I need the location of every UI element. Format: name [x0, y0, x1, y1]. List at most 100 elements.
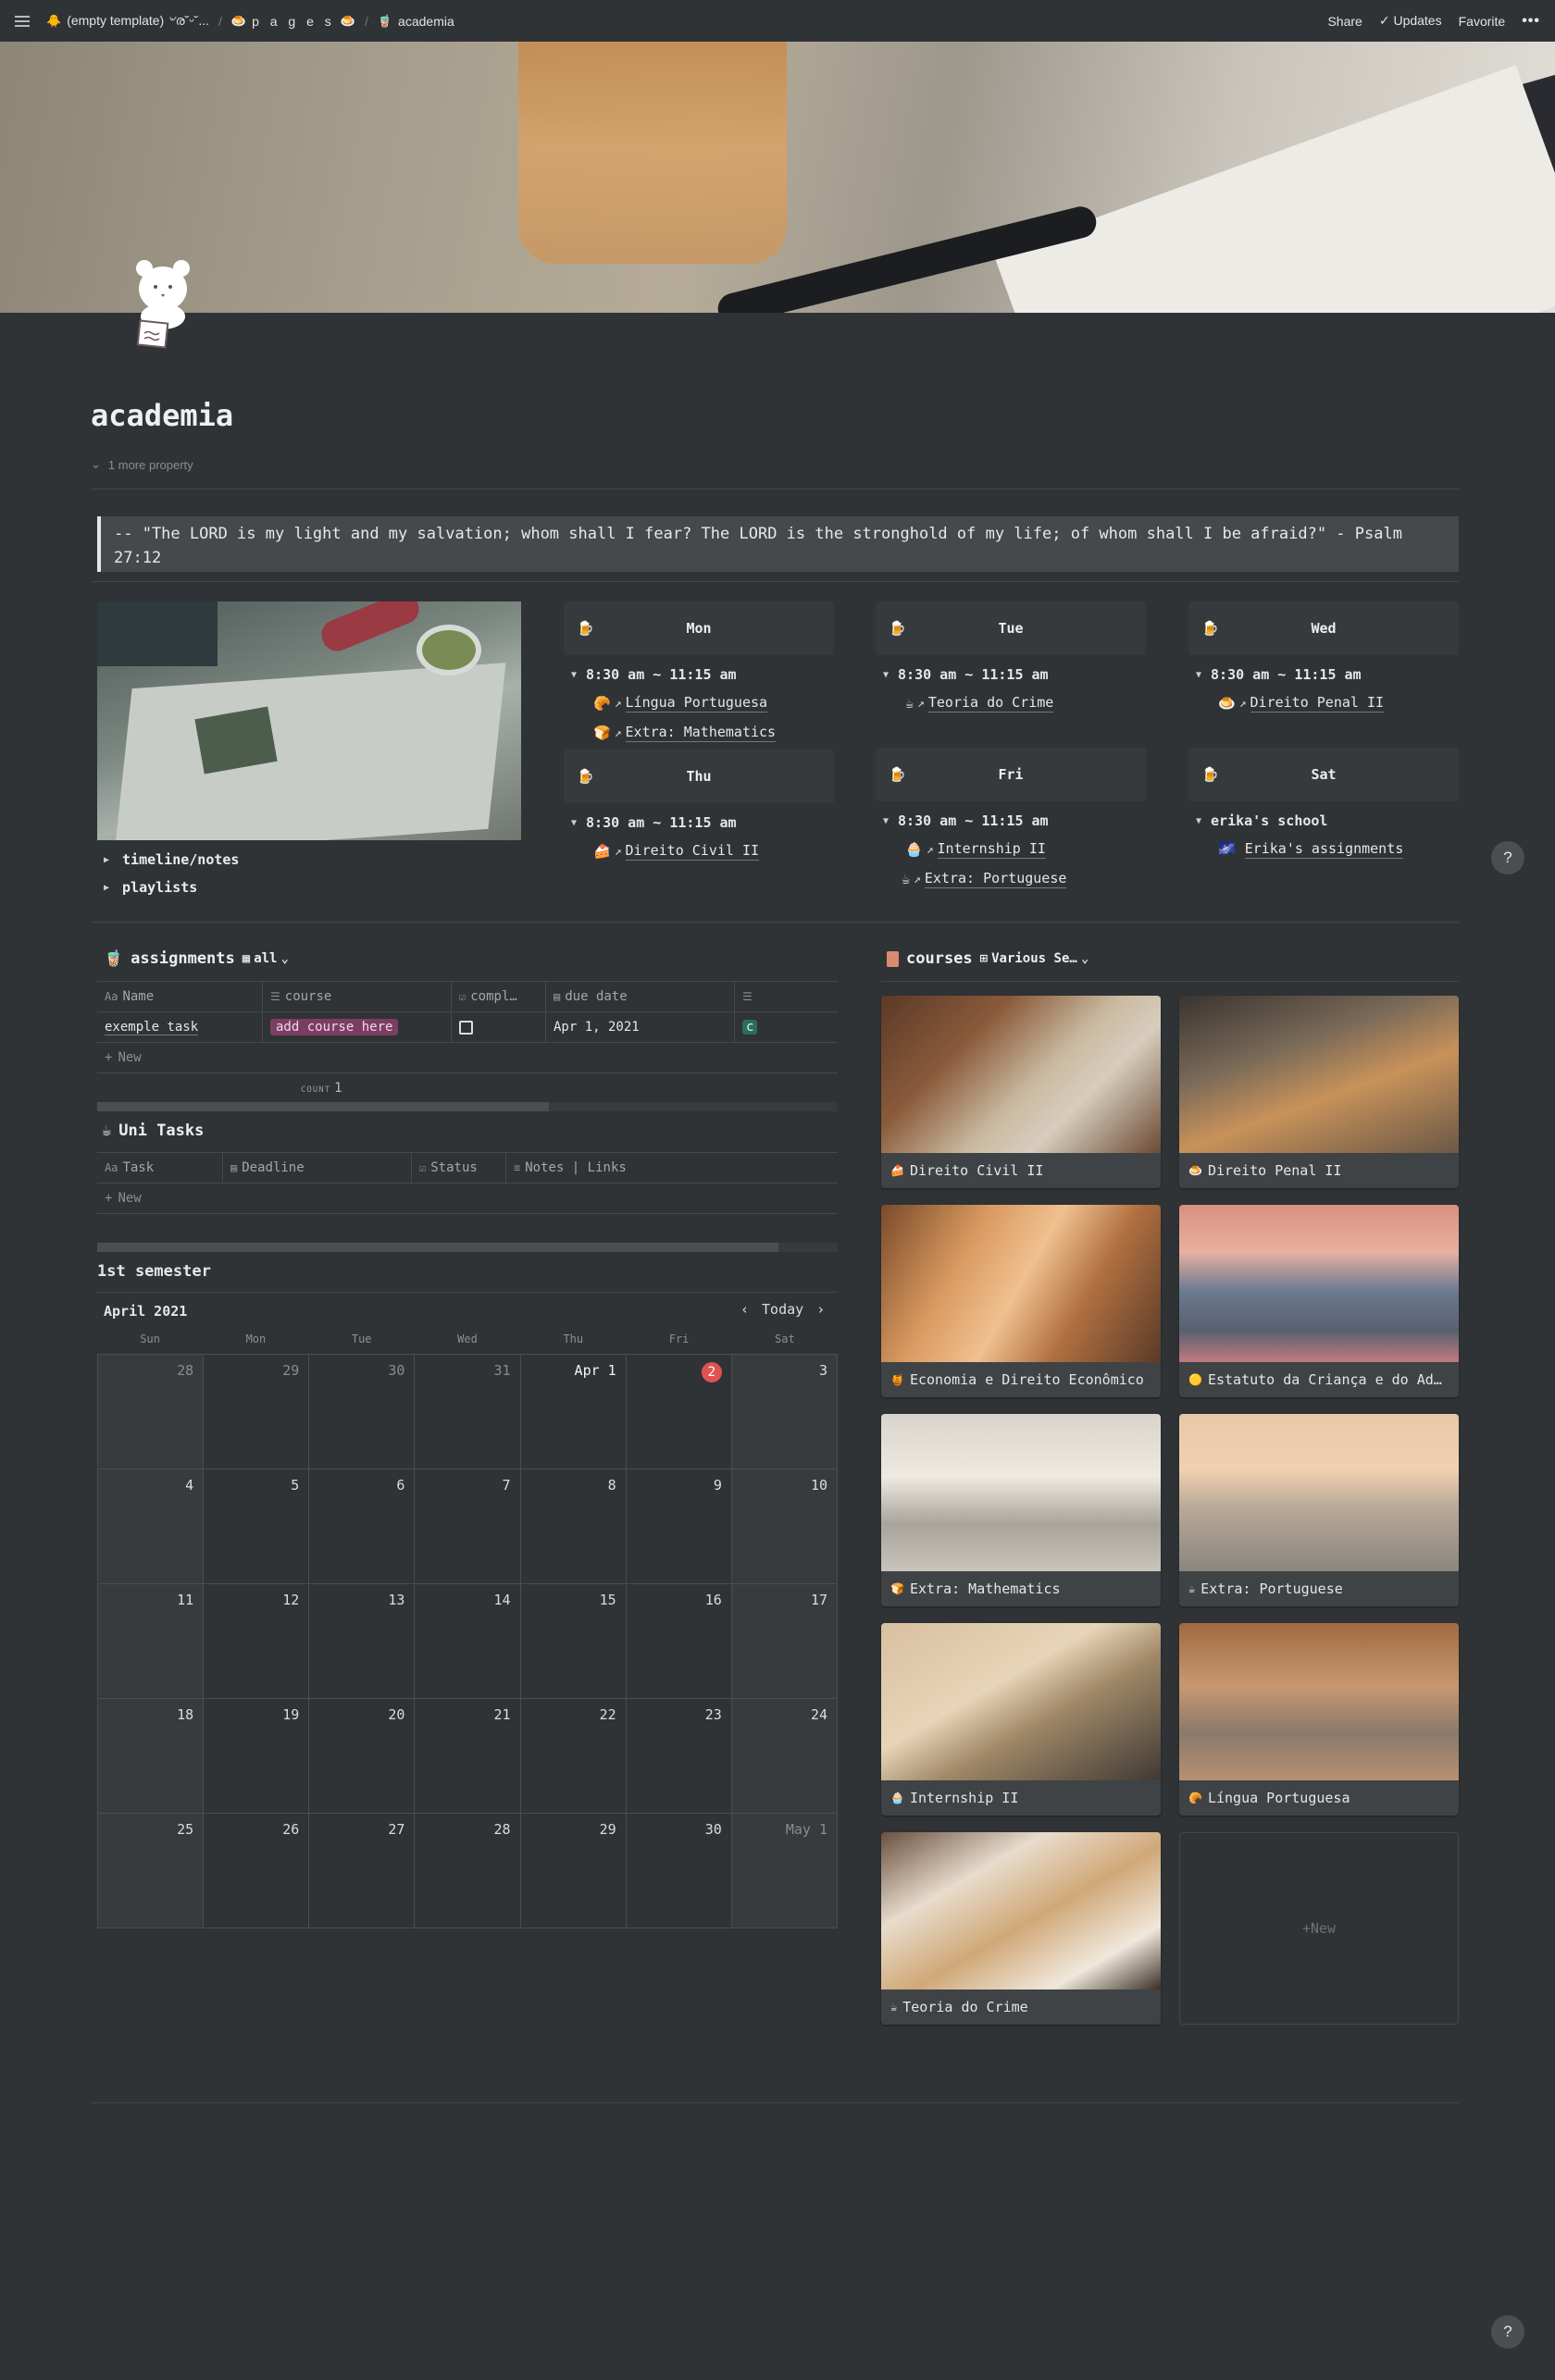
calendar-day-cell[interactable]: 30: [309, 1355, 416, 1469]
course-card[interactable]: 🍰 Direito Civil II: [881, 996, 1161, 1188]
column-header-deadline[interactable]: ▤ Deadline: [223, 1153, 412, 1183]
course-link[interactable]: 🍞 ↗ Extra: Mathematics: [564, 724, 834, 742]
scrollbar-thumb[interactable]: [97, 1243, 778, 1252]
calendar-day-cell[interactable]: 20: [309, 1699, 416, 1814]
calendar-day-cell[interactable]: Apr 1: [520, 1355, 627, 1469]
calendar-day-cell[interactable]: 30: [626, 1814, 732, 1928]
calendar-day-cell[interactable]: 28: [415, 1814, 521, 1928]
time-toggle[interactable]: ▼ 8:30 am ~ 11:15 am: [564, 814, 834, 831]
breadcrumb-workspace[interactable]: 🐥 (empty template) ৺ര˘ᵕ˘...: [46, 10, 209, 32]
bear-page-icon[interactable]: [128, 250, 202, 352]
view-selector[interactable]: ▦ all ⌄: [243, 951, 289, 966]
calendar-day-cell[interactable]: 21: [415, 1699, 521, 1814]
database-title[interactable]: assignments: [131, 949, 235, 968]
breadcrumb-academia[interactable]: 🧋 academia: [378, 14, 454, 29]
toggle-playlists[interactable]: ▶ playlists: [104, 879, 197, 896]
quote-block[interactable]: -- "The LORD is my light and my salvatio…: [97, 516, 1459, 572]
course-card[interactable]: 🥐 Língua Portuguesa: [1179, 1623, 1459, 1816]
view-selector[interactable]: ⊞ Various Se… ⌄: [980, 951, 1089, 966]
calendar-day-cell[interactable]: May 1: [731, 1814, 838, 1928]
calendar-day-cell[interactable]: 26: [204, 1814, 310, 1928]
school-toggle[interactable]: ▼ erika's school: [1188, 812, 1459, 829]
calendar-day-cell[interactable]: 11: [98, 1584, 205, 1699]
calendar-day-cell[interactable]: 12: [204, 1584, 310, 1699]
calendar-day-cell[interactable]: 6: [309, 1469, 416, 1584]
help-button[interactable]: ?: [1491, 841, 1524, 874]
calendar-day-cell[interactable]: 23: [626, 1699, 732, 1814]
calendar-day-cell[interactable]: 2: [626, 1355, 732, 1469]
column-header-completed[interactable]: ☑ compl…: [452, 982, 546, 1011]
new-row-button[interactable]: + New: [97, 1184, 838, 1214]
course-card[interactable]: ☕ Extra: Portuguese: [1179, 1414, 1459, 1606]
calendar-day-cell[interactable]: 24: [731, 1699, 838, 1814]
course-card[interactable]: 🟡 Estatuto da Criança e do Ad…: [1179, 1205, 1459, 1397]
calendar-day-cell[interactable]: 27: [309, 1814, 416, 1928]
cell-extra[interactable]: c: [735, 1012, 838, 1042]
new-course-button[interactable]: + New: [1179, 1832, 1459, 2025]
time-toggle[interactable]: ▼ 8:30 am ~ 11:15 am: [1188, 666, 1459, 683]
cell-completed[interactable]: [452, 1012, 546, 1042]
calendar-day-cell[interactable]: 10: [731, 1469, 838, 1584]
calendar-day-cell[interactable]: 31: [415, 1355, 521, 1469]
count-summary[interactable]: COUNT 1: [301, 1081, 342, 1096]
course-card[interactable]: ☕ Teoria do Crime: [881, 1832, 1161, 2025]
help-button[interactable]: ?: [1491, 2315, 1524, 2349]
today-button[interactable]: Today: [762, 1301, 803, 1318]
favorite-button[interactable]: Favorite: [1459, 14, 1506, 29]
course-link[interactable]: 🍰 ↗ Direito Civil II: [564, 842, 834, 861]
course-link[interactable]: 🧁 ↗ Internship II: [876, 840, 1146, 859]
table-row[interactable]: exemple task add course here Apr 1, 2021…: [97, 1012, 838, 1043]
calendar-day-cell[interactable]: 22: [520, 1699, 627, 1814]
calendar-day-cell[interactable]: 3: [731, 1355, 838, 1469]
calendar-day-cell[interactable]: 15: [520, 1584, 627, 1699]
sidebar-menu-icon[interactable]: [15, 15, 30, 27]
course-link[interactable]: ☕ ↗ Teoria do Crime: [876, 694, 1146, 713]
time-toggle[interactable]: ▼ 8:30 am ~ 11:15 am: [876, 666, 1146, 683]
calendar-day-cell[interactable]: 25: [98, 1814, 205, 1928]
calendar-day-cell[interactable]: 13: [309, 1584, 416, 1699]
column-header-course[interactable]: ☰ course: [263, 982, 452, 1011]
breadcrumb-pages[interactable]: 🍮 p a g e s 🍮: [231, 14, 355, 29]
calendar-day-cell[interactable]: 28: [98, 1355, 205, 1469]
page-title[interactable]: academia: [91, 398, 1459, 433]
calendar-day-cell[interactable]: 29: [520, 1814, 627, 1928]
time-toggle[interactable]: ▼ 8:30 am ~ 11:15 am: [564, 666, 834, 683]
time-toggle[interactable]: ▼ 8:30 am ~ 11:15 am: [876, 812, 1146, 829]
column-header-status[interactable]: ☑ Status: [412, 1153, 506, 1183]
cell-course[interactable]: add course here: [263, 1012, 452, 1042]
course-link[interactable]: ☕ ↗ Extra: Portuguese: [876, 870, 1146, 888]
horizontal-scrollbar[interactable]: [97, 1102, 838, 1111]
updates-button[interactable]: ✓ Updates: [1379, 13, 1442, 29]
more-properties-toggle[interactable]: ⌄ 1 more property: [91, 457, 1459, 472]
calendar-day-cell[interactable]: 19: [204, 1699, 310, 1814]
course-link[interactable]: 🍮 ↗ Direito Penal II: [1188, 694, 1459, 713]
column-header-due-date[interactable]: ▤ due date: [546, 982, 735, 1011]
course-card[interactable]: 🍮 Direito Penal II: [1179, 996, 1459, 1188]
share-button[interactable]: Share: [1327, 14, 1362, 29]
completed-checkbox[interactable]: [459, 1020, 473, 1035]
chevron-right-icon[interactable]: ›: [816, 1301, 825, 1318]
column-header-notes[interactable]: ≡ Notes | Links: [506, 1153, 838, 1183]
column-header-name[interactable]: Aa Name: [97, 982, 263, 1011]
calendar-day-cell[interactable]: 7: [415, 1469, 521, 1584]
course-card[interactable]: 🍞 Extra: Mathematics: [881, 1414, 1161, 1606]
calendar-day-cell[interactable]: 14: [415, 1584, 521, 1699]
column-header-more[interactable]: ☰: [735, 982, 838, 1011]
page-link[interactable]: 🌌 Erika's assignments: [1188, 840, 1459, 859]
calendar-day-cell[interactable]: 17: [731, 1584, 838, 1699]
database-title[interactable]: courses: [906, 949, 973, 968]
calendar-day-cell[interactable]: 8: [520, 1469, 627, 1584]
calendar-day-cell[interactable]: 5: [204, 1469, 310, 1584]
calendar-day-cell[interactable]: 9: [626, 1469, 732, 1584]
calendar-day-cell[interactable]: 16: [626, 1584, 732, 1699]
cell-name[interactable]: exemple task: [97, 1012, 263, 1042]
chevron-left-icon[interactable]: ‹: [740, 1301, 749, 1318]
more-options-icon[interactable]: •••: [1522, 13, 1540, 30]
calendar-day-cell[interactable]: 29: [204, 1355, 310, 1469]
new-row-button[interactable]: + New: [97, 1043, 838, 1073]
scrollbar-thumb[interactable]: [97, 1102, 549, 1111]
calendar-title[interactable]: 1st semester: [97, 1262, 211, 1281]
calendar-day-cell[interactable]: 4: [98, 1469, 205, 1584]
course-card[interactable]: 🧁 Internship II: [881, 1623, 1161, 1816]
horizontal-scrollbar[interactable]: [97, 1243, 838, 1252]
